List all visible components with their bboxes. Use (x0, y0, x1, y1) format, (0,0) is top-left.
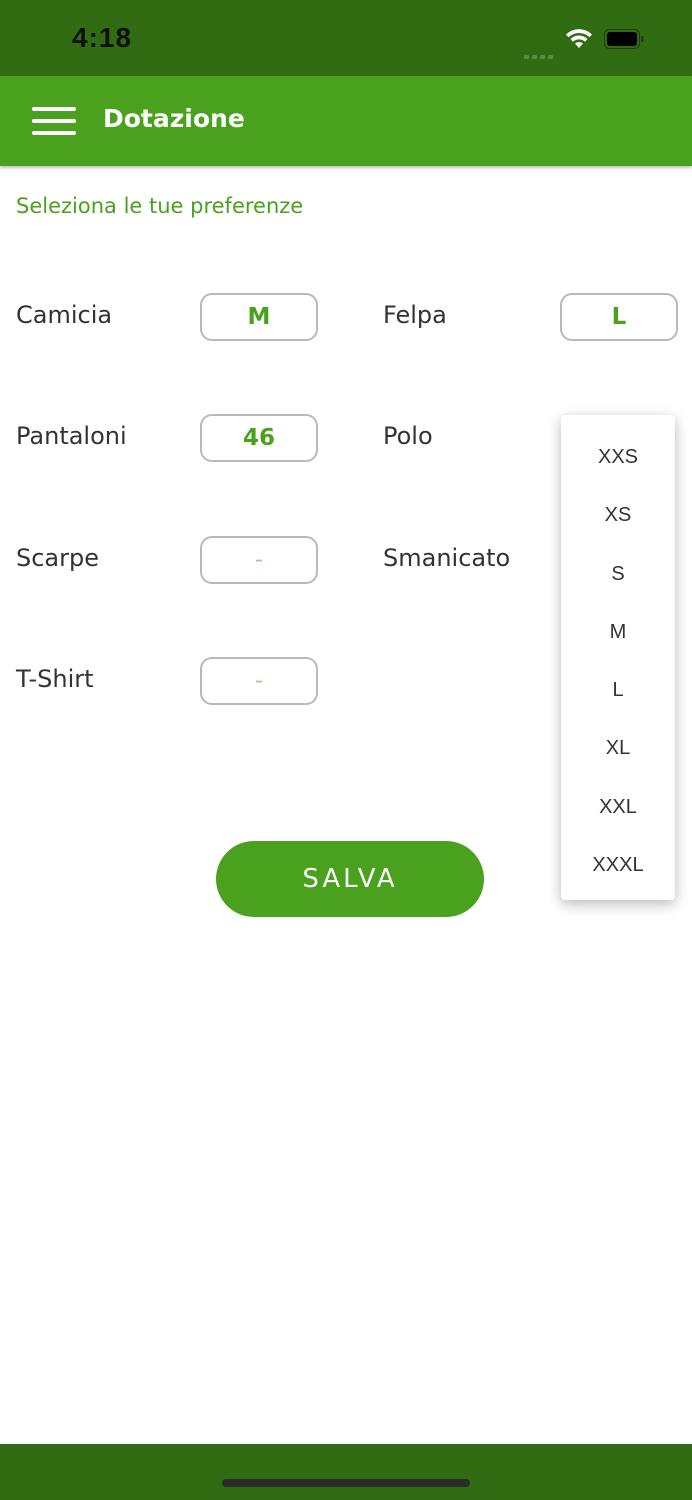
app-bar: Dotazione (0, 76, 692, 166)
scarpe-size-select[interactable]: - (200, 536, 318, 584)
felpa-label: Felpa (383, 301, 447, 329)
save-button[interactable]: SALVA (216, 841, 484, 917)
dropdown-option-xxl[interactable]: XXL (561, 785, 675, 843)
dropdown-option-m[interactable]: M (561, 610, 675, 668)
dropdown-option-xxs[interactable]: XXS (561, 435, 675, 493)
cellular-signal-icon (524, 44, 556, 59)
hamburger-menu-icon[interactable] (32, 105, 76, 137)
camicia-size-select[interactable]: M (200, 293, 318, 341)
tshirt-size-select[interactable]: - (200, 657, 318, 705)
dropdown-option-l[interactable]: L (561, 668, 675, 726)
smanicato-label: Smanicato (383, 544, 511, 572)
polo-label: Polo (383, 422, 433, 450)
status-time: 4:18 (72, 22, 133, 53)
home-indicator[interactable] (222, 1479, 470, 1487)
dropdown-option-xxxl[interactable]: XXXL (561, 843, 675, 901)
pantaloni-label: Pantaloni (16, 422, 127, 450)
tshirt-label: T-Shirt (16, 665, 94, 693)
wifi-icon (566, 29, 592, 48)
battery-icon (604, 29, 644, 49)
pantaloni-size-select[interactable]: 46 (200, 414, 318, 462)
status-bar: 4:18 (0, 0, 692, 76)
size-dropdown-menu: XXS XS S M L XL XXL XXXL (561, 415, 675, 900)
dropdown-option-s[interactable]: S (561, 552, 675, 610)
subtitle: Seleziona le tue preferenze (16, 194, 304, 218)
scarpe-label: Scarpe (16, 544, 100, 572)
bottom-bar (0, 1444, 692, 1500)
felpa-size-select[interactable]: L (560, 293, 678, 341)
dropdown-option-xs[interactable]: XS (561, 493, 675, 551)
page-title: Dotazione (103, 104, 245, 133)
dropdown-option-xl[interactable]: XL (561, 726, 675, 784)
camicia-label: Camicia (16, 301, 113, 329)
